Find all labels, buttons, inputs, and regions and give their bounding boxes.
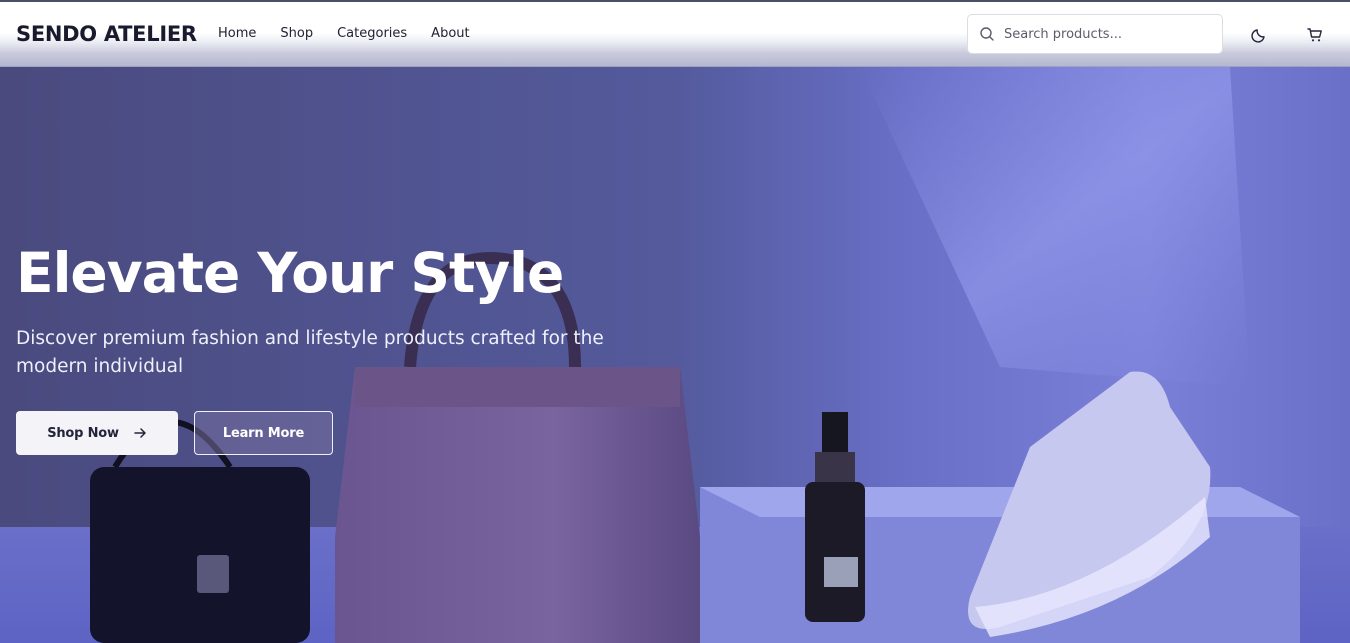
hero-title: Elevate Your Style <box>16 241 564 305</box>
brand-logo[interactable]: SENDO ATELIER <box>16 22 197 46</box>
nav-categories[interactable]: Categories <box>337 26 407 41</box>
site-header: SENDO ATELIER Home Shop Categories About <box>0 2 1350 67</box>
nav-about[interactable]: About <box>431 26 469 41</box>
main-nav: Home Shop Categories About <box>218 26 494 41</box>
search-icon <box>980 27 994 41</box>
hero-section: Elevate Your Style Discover premium fash… <box>0 67 1350 643</box>
search-box <box>967 14 1223 54</box>
search-input[interactable] <box>1004 15 1214 53</box>
arrow-right-icon <box>134 428 146 438</box>
nav-home[interactable]: Home <box>218 26 256 41</box>
hero-subtitle: Discover premium fashion and lifestyle p… <box>16 328 604 377</box>
cart-icon[interactable] <box>1306 26 1324 44</box>
shop-now-label: Shop Now <box>47 425 119 441</box>
learn-more-button[interactable]: Learn More <box>194 411 333 455</box>
nav-shop[interactable]: Shop <box>280 26 313 41</box>
moon-icon[interactable] <box>1250 26 1268 44</box>
shop-now-button[interactable]: Shop Now <box>16 411 178 455</box>
learn-more-label: Learn More <box>222 425 305 441</box>
